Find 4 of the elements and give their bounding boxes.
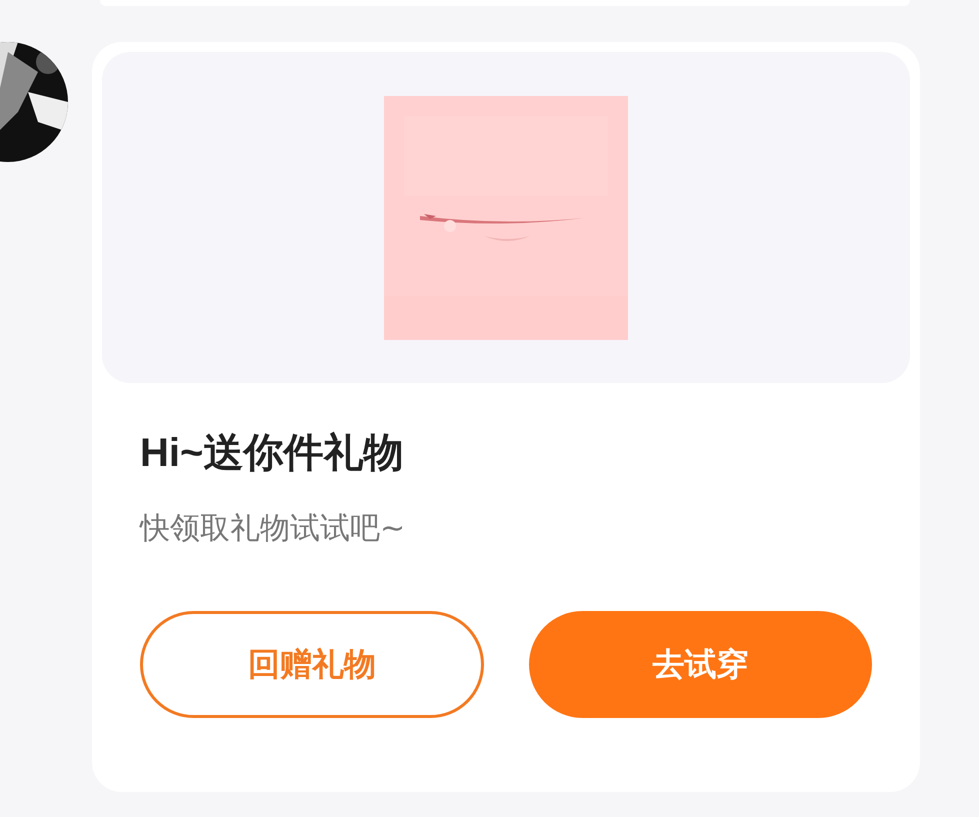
message-subtitle: 快领取礼物试试吧~ bbox=[140, 511, 406, 547]
return-gift-button[interactable]: 回赠礼物 bbox=[140, 611, 484, 718]
try-on-button[interactable]: 去试穿 bbox=[528, 611, 872, 718]
message-title: Hi~送你件礼物 bbox=[140, 430, 404, 477]
